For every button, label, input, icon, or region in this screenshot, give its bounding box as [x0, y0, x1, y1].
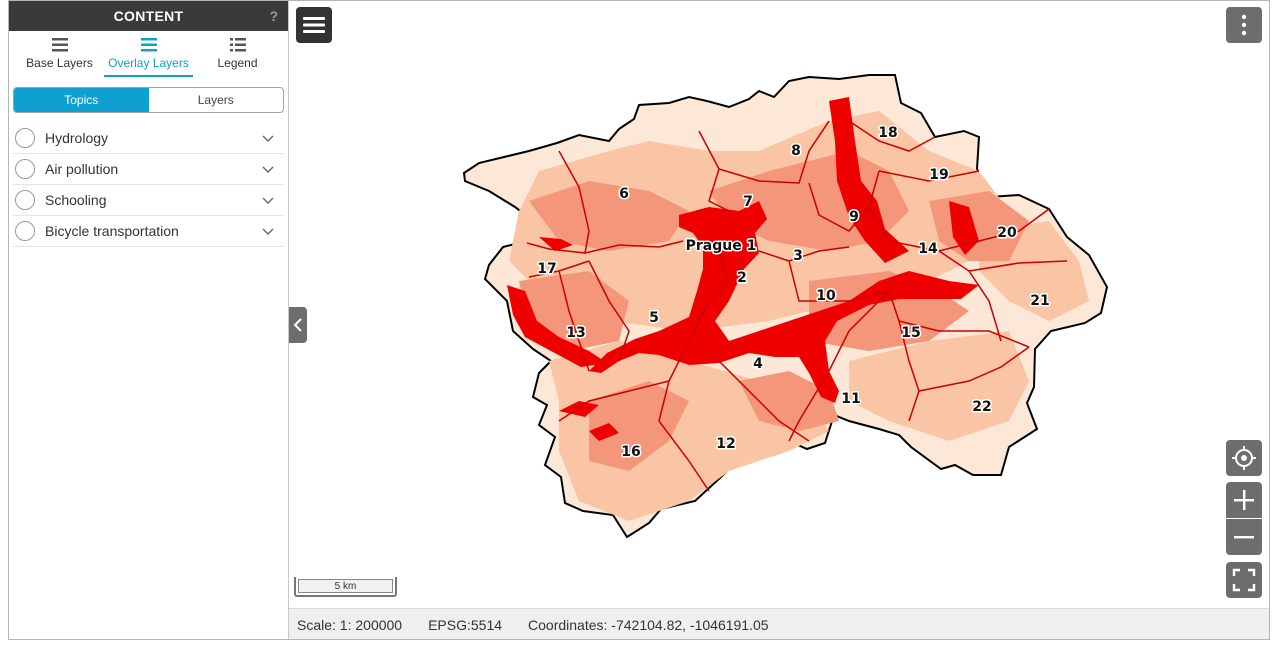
- tab-base-layers[interactable]: Base Layers: [15, 31, 104, 77]
- district-label: 7: [743, 194, 753, 210]
- chevron-down-icon[interactable]: [260, 130, 276, 146]
- district-label: 19: [929, 167, 948, 183]
- district-label: 13: [566, 325, 585, 341]
- coordinates-readout: Coordinates: -742104.82, -1046191.05: [528, 616, 769, 633]
- panel-header: CONTENT ?: [9, 1, 288, 31]
- more-vertical-icon: [1241, 14, 1247, 36]
- chevron-down-icon[interactable]: [260, 223, 276, 239]
- district-label: 17: [537, 261, 556, 277]
- radio-button[interactable]: [15, 128, 35, 148]
- district-label: Prague 1: [686, 238, 757, 254]
- district-label: 12: [716, 436, 735, 452]
- topic-bicycle-transportation[interactable]: Bicycle transportation: [13, 216, 284, 247]
- topic-air-pollution[interactable]: Air pollution: [13, 154, 284, 185]
- chevron-down-icon[interactable]: [260, 192, 276, 208]
- prague-district-map[interactable]: Prague 1 2 3 4 5 6 7 8 9 10 11 12 13 14 …: [289, 1, 1270, 608]
- district-label: 16: [621, 444, 640, 460]
- radio-button[interactable]: [15, 159, 35, 179]
- district-label: 3: [793, 248, 803, 264]
- tab-label: Overlay Layers: [108, 56, 189, 70]
- district-label: 14: [918, 241, 938, 257]
- district-label: 21: [1030, 293, 1049, 309]
- app-window: CONTENT ? Base Layers Overlay Layers Leg…: [8, 0, 1270, 640]
- hamburger-menu-icon: [303, 17, 325, 33]
- topic-label: Air pollution: [45, 161, 119, 177]
- locate-button[interactable]: [1226, 440, 1262, 476]
- tab-legend[interactable]: Legend: [193, 31, 282, 77]
- radio-button[interactable]: [15, 190, 35, 210]
- fullscreen-icon: [1232, 568, 1256, 592]
- district-label: 20: [997, 225, 1017, 241]
- zoom-out-button[interactable]: [1226, 519, 1262, 555]
- district-label: 18: [878, 125, 897, 141]
- district-label: 2: [737, 270, 747, 286]
- topics-layers-switch: Topics Layers: [13, 87, 284, 113]
- switch-layers[interactable]: Layers: [149, 88, 284, 112]
- more-options-button[interactable]: [1226, 7, 1262, 43]
- topic-label: Bicycle transportation: [45, 223, 179, 239]
- topic-label: Schooling: [45, 192, 107, 208]
- map-view[interactable]: Prague 1 2 3 4 5 6 7 8 9 10 11 12 13 14 …: [289, 1, 1270, 608]
- district-label: 15: [901, 325, 920, 341]
- crosshair-icon: [1232, 446, 1256, 470]
- topic-schooling[interactable]: Schooling: [13, 185, 284, 216]
- topic-hydrology[interactable]: Hydrology: [13, 123, 284, 154]
- district-label: 8: [791, 143, 801, 159]
- collapse-panel-button[interactable]: [289, 307, 307, 343]
- overlay-layers-icon: [140, 38, 157, 52]
- district-label: 10: [816, 288, 836, 304]
- menu-button[interactable]: [296, 7, 332, 43]
- content-panel: CONTENT ? Base Layers Overlay Layers Leg…: [9, 1, 289, 639]
- scale-bar: 5 km: [294, 577, 397, 597]
- district-label: 11: [841, 391, 860, 407]
- help-icon[interactable]: ?: [269, 8, 278, 24]
- radio-button[interactable]: [15, 221, 35, 241]
- legend-icon: [229, 38, 246, 52]
- base-layers-icon: [51, 38, 68, 52]
- topic-label: Hydrology: [45, 130, 109, 146]
- scale-bar-label: 5 km: [298, 579, 393, 593]
- panel-title: CONTENT: [113, 8, 184, 24]
- chevron-down-icon[interactable]: [260, 161, 276, 177]
- tab-label: Base Layers: [26, 56, 93, 70]
- district-label: 4: [753, 356, 763, 372]
- plus-icon: [1234, 490, 1254, 510]
- district-label: 6: [619, 186, 629, 202]
- tab-label: Legend: [217, 56, 258, 70]
- zoom-in-button[interactable]: [1226, 482, 1262, 518]
- topic-list: Hydrology Air pollution Schooling Bicycl…: [13, 123, 284, 247]
- scale-readout: Scale: 1: 200000: [297, 616, 403, 633]
- district-label: 9: [849, 209, 859, 225]
- district-label: 5: [649, 310, 659, 326]
- status-bar: Scale: 1: 200000 EPSG:5514 Coordinates: …: [289, 608, 1269, 639]
- switch-topics[interactable]: Topics: [14, 88, 149, 112]
- tab-overlay-layers[interactable]: Overlay Layers: [104, 31, 193, 77]
- epsg-readout: EPSG:5514: [428, 616, 503, 633]
- minus-icon: [1234, 536, 1254, 539]
- district-label: 22: [972, 399, 991, 415]
- chevron-left-icon: [293, 318, 302, 332]
- panel-tabs: Base Layers Overlay Layers Legend: [9, 31, 288, 77]
- fullscreen-button[interactable]: [1226, 562, 1262, 598]
